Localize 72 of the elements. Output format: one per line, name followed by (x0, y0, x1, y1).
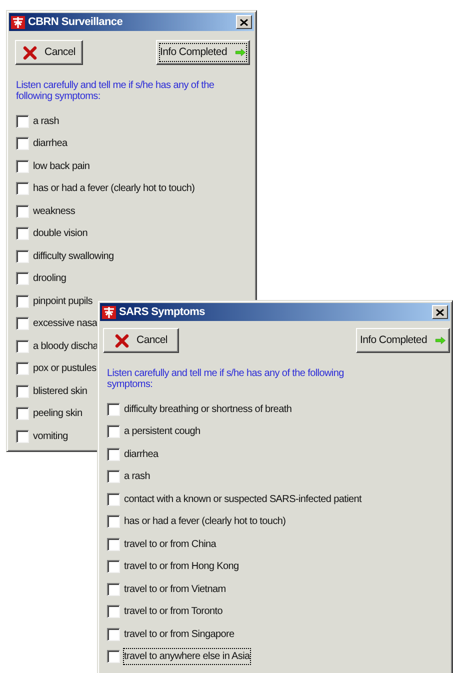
checkbox[interactable] (16, 114, 29, 128)
checkbox[interactable] (16, 227, 29, 240)
symptom-label[interactable]: difficulty swallowing (33, 248, 114, 264)
symptom-label[interactable]: travel to anywhere else in Asia (124, 649, 250, 664)
checkbox[interactable] (107, 492, 120, 506)
symptom-label[interactable]: diarrhea (33, 136, 68, 152)
symptom-label[interactable]: vomiting (33, 428, 68, 444)
instruction-text: Listen carefully and tell me if s/he has any of the following symptoms: (106, 367, 345, 392)
symptom-label[interactable]: travel to or from Toronto (124, 604, 222, 620)
symptom-label[interactable]: drooling (33, 271, 66, 286)
symptom-label[interactable]: a rash (33, 114, 59, 129)
cross-icon (114, 334, 129, 348)
window-title: SARS Symptoms (119, 304, 206, 320)
info-completed-button[interactable]: Info Completed (156, 40, 250, 65)
checkbox[interactable] (16, 340, 29, 353)
checkbox[interactable] (107, 515, 120, 528)
symptom-label[interactable]: contact with a known or suspected SARS-infected patient (124, 492, 362, 507)
cancel-button[interactable]: Cancel (15, 40, 83, 65)
cross-icon (22, 46, 37, 60)
checkbox[interactable] (107, 560, 120, 574)
checkbox[interactable] (107, 402, 120, 416)
checkbox[interactable] (16, 137, 29, 150)
checkbox[interactable] (16, 182, 29, 196)
symptom-label[interactable]: low back pain (33, 158, 90, 174)
checkbox[interactable] (16, 204, 29, 218)
checkbox[interactable] (107, 470, 120, 484)
symptom-label[interactable]: diarrhea (124, 446, 158, 462)
checkbox[interactable] (16, 160, 29, 173)
close-icon (436, 308, 444, 316)
checkbox[interactable] (107, 650, 120, 664)
symptom-label[interactable]: travel to or from China (124, 536, 216, 552)
symptom-label[interactable]: travel to or from Hong Kong (124, 559, 239, 574)
instruction-text: Listen carefully and tell me if s/he has any of the following symptoms: (15, 79, 216, 104)
close-button[interactable] (236, 15, 252, 29)
symptom-label[interactable]: a bloody discha (33, 338, 98, 354)
checkbox[interactable] (16, 407, 29, 420)
checkbox[interactable] (107, 425, 120, 438)
close-icon (240, 18, 248, 26)
checkbox[interactable] (16, 317, 29, 330)
symptom-label[interactable]: a rash (124, 469, 150, 484)
symptom-label[interactable]: has or had a fever (clearly hot to touch) (124, 514, 286, 530)
app-logo-icon (102, 306, 116, 318)
checkbox[interactable] (107, 538, 120, 551)
symptom-label[interactable]: double vision (33, 226, 88, 242)
checkbox[interactable] (16, 362, 29, 376)
checkbox[interactable] (16, 294, 29, 308)
symptom-label[interactable]: travel to or from Singapore (124, 626, 234, 642)
symptom-label[interactable]: excessive nasa (33, 316, 98, 332)
info-completed-button[interactable]: Info Completed (356, 328, 450, 353)
checkbox[interactable] (16, 250, 29, 263)
symptom-label[interactable]: peeling skin (33, 406, 82, 422)
symptom-label[interactable]: pox or pustules (33, 361, 96, 376)
symptom-label[interactable]: difficulty breathing or shortness of breath (124, 402, 292, 417)
close-button[interactable] (432, 305, 448, 319)
arrow-right-icon (235, 47, 246, 58)
symptom-label[interactable]: blistered skin (33, 384, 88, 399)
symptom-label[interactable]: has or had a fever (clearly hot to touch) (33, 181, 195, 196)
symptom-label[interactable]: weakness (33, 204, 76, 219)
app-logo-icon (11, 16, 25, 28)
checkbox[interactable] (107, 628, 120, 641)
checkbox[interactable] (107, 605, 120, 618)
checkbox[interactable] (16, 384, 29, 398)
symptom-label[interactable]: travel to or from Vietnam (124, 582, 226, 597)
symptom-label[interactable]: a persistent cough (124, 424, 200, 440)
checkbox[interactable] (107, 582, 120, 596)
window-title: CBRN Surveillance (28, 14, 124, 30)
checkbox[interactable] (107, 448, 120, 461)
checkbox[interactable] (16, 272, 29, 286)
symptom-label[interactable]: pinpoint pupils (33, 294, 92, 309)
checkbox[interactable] (16, 430, 29, 443)
arrow-right-icon (435, 335, 446, 346)
cancel-button[interactable]: Cancel (103, 328, 179, 353)
